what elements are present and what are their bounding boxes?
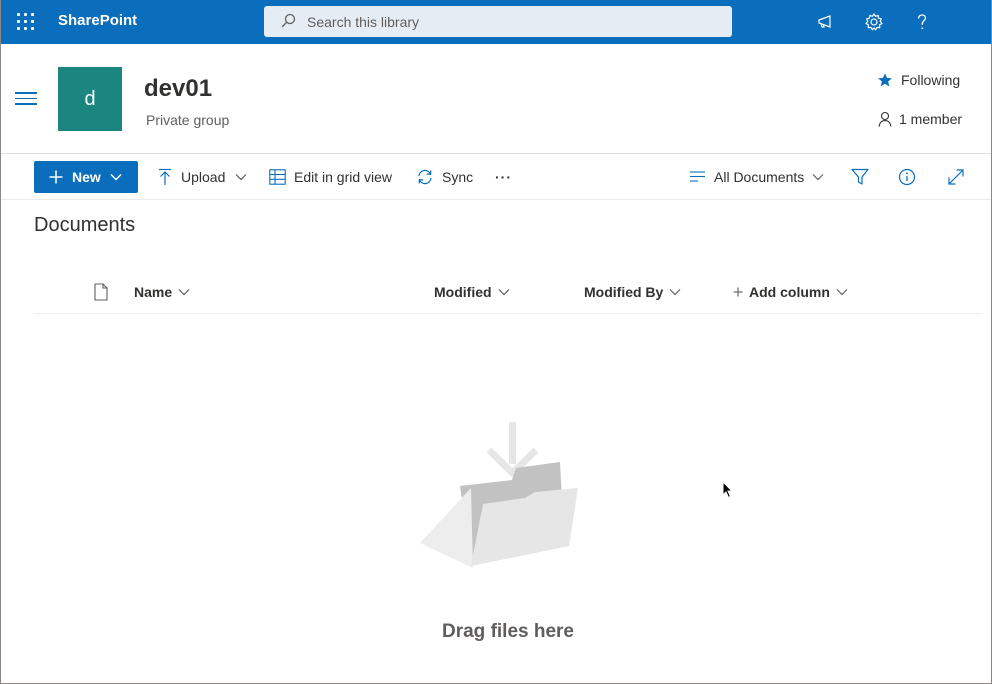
library-title[interactable]: Documents — [34, 214, 135, 237]
chevron-down-icon — [836, 289, 848, 296]
chevron-down-icon — [812, 174, 824, 181]
edit-grid-view-label: Edit in grid view — [294, 169, 393, 185]
upload-label: Upload — [181, 169, 226, 185]
view-switcher-label: All Documents — [714, 169, 805, 185]
person-icon — [878, 111, 892, 127]
add-column-label: Add column — [749, 284, 830, 300]
column-header-modified-by[interactable]: Modified By — [584, 283, 681, 301]
site-title[interactable]: dev01 — [144, 75, 212, 103]
sync-label: Sync — [442, 169, 474, 185]
upload-button[interactable]: Upload — [157, 161, 255, 193]
help-icon[interactable] — [911, 11, 933, 33]
site-subtitle: Private group — [146, 112, 230, 128]
members-button[interactable]: 1 member — [877, 109, 962, 129]
site-logo-letter: d — [84, 87, 96, 110]
column-header-name-label: Name — [134, 284, 173, 300]
command-bar-divider — [1, 199, 991, 200]
plus-icon — [49, 170, 63, 184]
chevron-down-icon — [178, 289, 190, 296]
expand-icon[interactable] — [947, 168, 965, 186]
more-options-button[interactable]: ··· — [495, 161, 512, 193]
hamburger-menu-icon[interactable] — [15, 92, 37, 108]
site-logo[interactable]: d — [58, 67, 122, 131]
sync-icon — [418, 169, 432, 185]
new-button[interactable]: New — [34, 161, 138, 193]
filter-icon[interactable] — [851, 168, 869, 186]
column-header-modified-label: Modified — [434, 284, 492, 300]
view-list-icon — [690, 171, 705, 182]
more-icon: ··· — [495, 169, 512, 185]
column-header-name[interactable]: Name — [134, 283, 190, 301]
file-type-icon[interactable] — [94, 283, 108, 301]
column-header-modified-by-label: Modified By — [584, 284, 664, 300]
gear-icon[interactable] — [863, 11, 885, 33]
following-label: Following — [901, 72, 961, 88]
members-label: 1 member — [899, 111, 963, 127]
sharepoint-window: SharePoint d dev01 Private group — [0, 0, 992, 684]
search-icon — [281, 13, 296, 28]
chevron-down-icon — [110, 174, 122, 181]
info-icon[interactable] — [898, 168, 916, 186]
chevron-down-icon — [235, 174, 247, 181]
chevron-down-icon — [669, 289, 681, 296]
mouse-cursor-icon — [722, 481, 734, 499]
plus-icon — [733, 287, 743, 297]
upload-icon — [159, 168, 171, 185]
add-column-button[interactable]: Add column — [733, 283, 848, 301]
app-launcher-icon[interactable] — [17, 13, 35, 31]
column-header-divider — [34, 313, 982, 314]
view-switcher[interactable]: All Documents — [689, 161, 832, 193]
star-filled-icon — [878, 73, 892, 87]
new-label: New — [72, 169, 101, 185]
search-input[interactable] — [307, 12, 707, 32]
empty-folder-illustration — [420, 422, 578, 568]
following-button[interactable]: Following — [877, 70, 960, 90]
brand-name[interactable]: SharePoint — [58, 12, 137, 29]
suite-bar: SharePoint — [1, 0, 991, 44]
column-header-modified[interactable]: Modified — [434, 283, 510, 301]
sync-button[interactable]: Sync — [416, 161, 473, 193]
empty-state-message: Drag files here — [442, 621, 574, 642]
grid-icon — [269, 169, 286, 185]
megaphone-icon[interactable] — [815, 11, 837, 33]
chevron-down-icon — [498, 289, 509, 296]
header-divider — [1, 153, 991, 154]
edit-grid-view-button[interactable]: Edit in grid view — [269, 161, 392, 193]
search-box[interactable] — [264, 6, 732, 37]
